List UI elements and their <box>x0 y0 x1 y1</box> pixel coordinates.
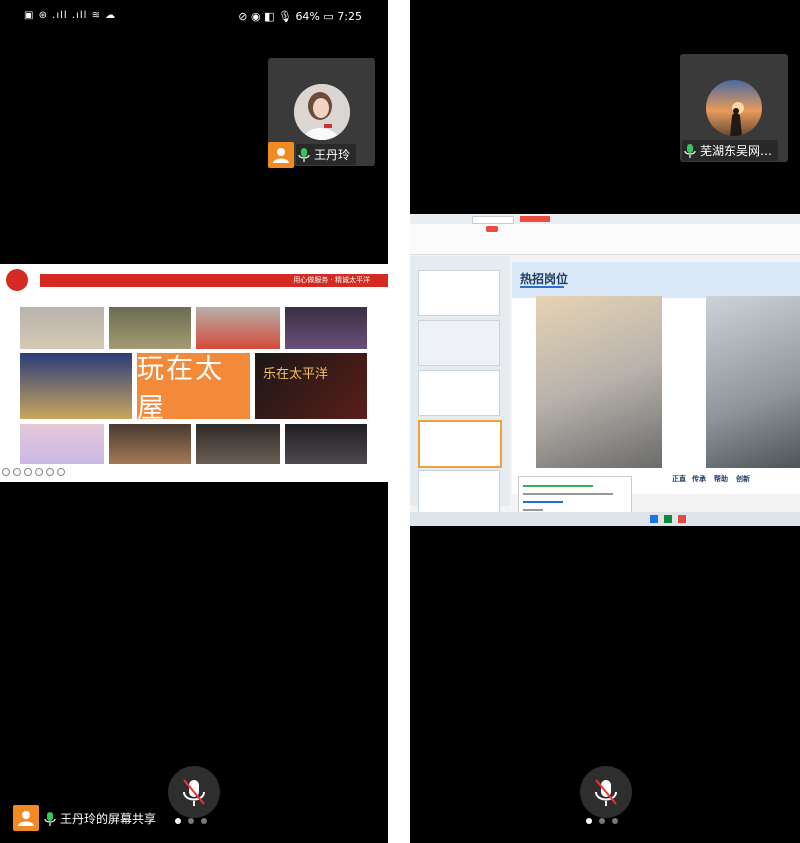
mic-muted-icon <box>595 779 617 806</box>
participant-avatar <box>706 80 762 136</box>
photo-thumbnail <box>196 424 280 464</box>
office-photo <box>536 296 662 468</box>
keyword: 创新 <box>736 475 750 483</box>
chat-line <box>523 493 613 495</box>
page-dot <box>188 818 194 824</box>
toolbar-icon[interactable] <box>46 468 54 476</box>
taskbar-app-icon[interactable] <box>650 515 658 523</box>
page-dot-active <box>586 818 592 824</box>
right-phone-screen: 芜湖东吴网… 热招岗位 正直 传承 帮助 创新 <box>410 0 800 843</box>
ribbon-tab-active[interactable] <box>486 226 498 232</box>
slide-thumbnails-panel[interactable] <box>410 256 510 516</box>
battery-level: 64% <box>295 10 320 23</box>
app-tab-active[interactable] <box>520 216 550 222</box>
status-icons: ⊘ ◉ ◧ 🎙 <box>238 10 292 23</box>
participant-video-tile[interactable]: 芜湖东吴网… <box>680 54 788 162</box>
keyword: 正直 <box>672 475 686 483</box>
slide-thumbnail-selected[interactable] <box>418 420 502 468</box>
battery-icon: ▭ <box>323 10 334 23</box>
user-badge <box>268 142 294 168</box>
screen-share-label: 王丹玲的屏幕共享 <box>44 810 156 827</box>
photo-thumbnail <box>20 424 104 464</box>
toolbar-icon[interactable] <box>2 468 10 476</box>
mute-button[interactable] <box>580 766 632 818</box>
toolbar-icon[interactable] <box>35 468 43 476</box>
slide-thumbnail[interactable] <box>418 370 500 416</box>
participant-avatar <box>294 84 350 140</box>
shared-screen[interactable]: 热招岗位 正直 传承 帮助 创新 <box>410 214 800 526</box>
photo-thumbnail <box>285 424 367 464</box>
taskbar[interactable] <box>410 512 800 526</box>
participant-video-tile[interactable]: 王丹玲 <box>268 58 375 168</box>
presentation-toolbar[interactable] <box>0 466 80 478</box>
mic-on-icon <box>298 147 310 162</box>
slide-header-text: 用心做服务 · 精诚太平洋 <box>293 276 370 284</box>
keyword: 帮助 <box>714 475 728 483</box>
toolbar-icon[interactable] <box>24 468 32 476</box>
page-indicator <box>586 818 618 824</box>
page-indicator <box>175 818 207 824</box>
photo-thumbnail <box>285 307 367 349</box>
participant-name-tag: 芜湖东吴网… <box>682 140 779 161</box>
sunset-avatar-icon <box>706 80 762 136</box>
mute-button[interactable] <box>168 766 220 818</box>
page-dot <box>201 818 207 824</box>
status-icons-left: ▣ ⊛ .ıll .ıll ≋ ☁ <box>24 10 117 21</box>
app-tab[interactable] <box>472 216 514 224</box>
slide-thumbnail[interactable] <box>418 470 500 516</box>
page-dot <box>599 818 605 824</box>
page-dot <box>612 818 618 824</box>
taskbar-app-icon[interactable] <box>664 515 672 523</box>
app-titlebar <box>410 214 800 224</box>
page-dot-active <box>175 818 181 824</box>
app-ribbon[interactable] <box>410 224 800 255</box>
mic-on-icon <box>684 143 696 158</box>
keyword: 传承 <box>692 475 706 483</box>
clock: 7:25 <box>337 10 362 23</box>
person-icon <box>273 148 289 163</box>
shared-screen[interactable]: 用心做服务 · 精诚太平洋 玩在太屋 乐在太平洋 <box>0 264 388 482</box>
participant-name: 王丹玲 <box>314 148 351 162</box>
slide-thumbnail[interactable] <box>418 320 500 366</box>
mic-muted-icon <box>183 779 205 806</box>
office-photo <box>706 296 800 468</box>
slide-header-bar: 用心做服务 · 精诚太平洋 <box>40 274 388 287</box>
chat-line <box>523 509 543 511</box>
banner-text: 乐在太平洋 <box>263 367 329 382</box>
photo-thumbnail <box>109 424 191 464</box>
slide-canvas: 热招岗位 正直 传承 帮助 创新 <box>512 262 800 494</box>
photo-thumbnail <box>20 307 104 349</box>
participant-name: 芜湖东吴网… <box>700 144 773 158</box>
share-user-badge <box>13 805 39 831</box>
slide-header: 用心做服务 · 精诚太平洋 <box>0 264 388 294</box>
slide-title-underline <box>520 286 564 288</box>
participant-name-tag: 王丹玲 <box>296 144 357 165</box>
status-icons-right: ⊘ ◉ ◧ 🎙 64% ▭ 7:25 <box>238 10 362 23</box>
slide-title: 热招岗位 <box>520 272 569 286</box>
banner-thumbnail: 乐在太平洋 <box>255 353 367 419</box>
person-icon <box>18 811 34 826</box>
photo-thumbnail <box>109 307 191 349</box>
screen-share-text: 王丹玲的屏幕共享 <box>60 812 157 826</box>
company-logo-icon <box>6 269 28 291</box>
photo-thumbnail <box>196 307 280 349</box>
slide-big-text: 玩在太屋 <box>137 353 250 424</box>
chat-line <box>523 501 563 503</box>
status-bar: ▣ ⊛ .ıll .ıll ≋ ☁ ⊘ ◉ ◧ 🎙 64% ▭ 7:25 <box>0 8 388 28</box>
slide-thumbnail[interactable] <box>418 270 500 316</box>
avatar-photo-icon <box>294 84 350 140</box>
toolbar-icon[interactable] <box>13 468 21 476</box>
taskbar-app-icon[interactable] <box>678 515 686 523</box>
chat-line <box>523 485 593 487</box>
photo-thumbnail <box>20 353 132 419</box>
toolbar-icon[interactable] <box>57 468 65 476</box>
mic-on-icon <box>44 811 56 826</box>
left-phone-screen: ▣ ⊛ .ıll .ıll ≋ ☁ ⊘ ◉ ◧ 🎙 64% ▭ 7:25 王丹玲… <box>0 0 388 843</box>
